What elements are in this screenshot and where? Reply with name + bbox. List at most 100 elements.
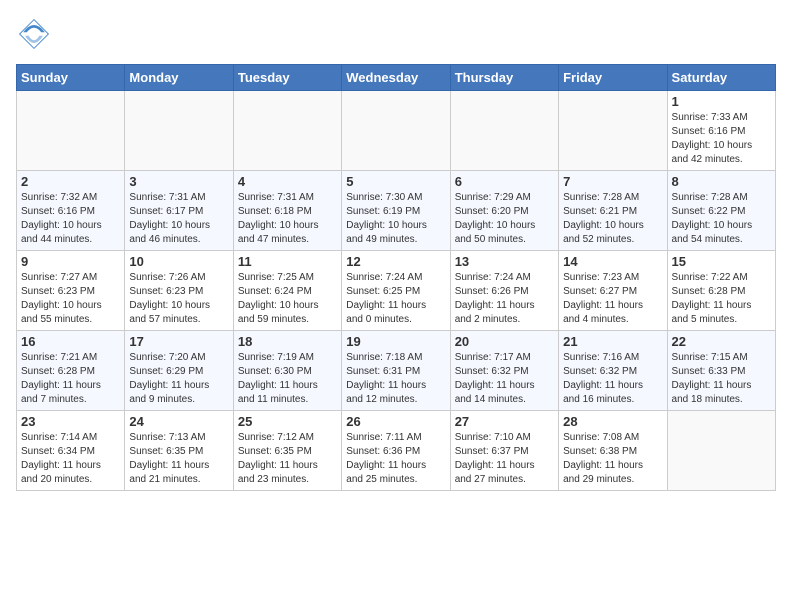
day-number: 23	[21, 414, 120, 429]
day-number: 4	[238, 174, 337, 189]
day-cell: 22 Sunrise: 7:15 AM Sunset: 6:33 PM Dayli…	[667, 331, 775, 411]
day-cell: 21 Sunrise: 7:16 AM Sunset: 6:32 PM Dayli…	[559, 331, 667, 411]
day-cell: 1 Sunrise: 7:33 AM Sunset: 6:16 PM Daylig…	[667, 91, 775, 171]
day-cell: 28 Sunrise: 7:08 AM Sunset: 6:38 PM Dayli…	[559, 411, 667, 491]
day-number: 12	[346, 254, 445, 269]
day-number: 14	[563, 254, 662, 269]
day-cell: 24Sunrise: 7:13 AM Sunset: 6:35 PM Dayli…	[125, 411, 233, 491]
calendar-body: 1 Sunrise: 7:33 AM Sunset: 6:16 PM Daylig…	[17, 91, 776, 491]
week-row-4: 16 Sunrise: 7:21 AM Sunset: 6:28 PM Dayli…	[17, 331, 776, 411]
day-info: Sunrise: 7:12 AM Sunset: 6:35 PM Dayligh…	[238, 431, 337, 487]
calendar-table: SundayMondayTuesdayWednesdayThursdayFrid…	[16, 64, 776, 491]
day-number: 9	[21, 254, 120, 269]
day-number: 21	[563, 334, 662, 349]
day-info: Sunrise: 7:26 AM Sunset: 6:23 PM Dayligh…	[129, 271, 228, 327]
day-number: 6	[455, 174, 554, 189]
day-cell: 23 Sunrise: 7:14 AM Sunset: 6:34 PM Dayli…	[17, 411, 125, 491]
logo-icon	[16, 16, 52, 52]
day-info: Sunrise: 7:31 AM Sunset: 6:17 PM Dayligh…	[129, 191, 228, 247]
day-info: Sunrise: 7:28 AM Sunset: 6:22 PM Dayligh…	[672, 191, 771, 247]
day-cell	[450, 91, 558, 171]
day-number: 10	[129, 254, 228, 269]
day-cell: 25Sunrise: 7:12 AM Sunset: 6:35 PM Dayli…	[233, 411, 341, 491]
day-cell	[17, 91, 125, 171]
day-cell: 27 Sunrise: 7:10 AM Sunset: 6:37 PM Dayli…	[450, 411, 558, 491]
weekday-thursday: Thursday	[450, 65, 558, 91]
day-number: 20	[455, 334, 554, 349]
day-cell: 26 Sunrise: 7:11 AM Sunset: 6:36 PM Dayli…	[342, 411, 450, 491]
day-cell: 18 Sunrise: 7:19 AM Sunset: 6:30 PM Dayli…	[233, 331, 341, 411]
day-number: 1	[672, 94, 771, 109]
calendar-header: SundayMondayTuesdayWednesdayThursdayFrid…	[17, 65, 776, 91]
day-info: Sunrise: 7:21 AM Sunset: 6:28 PM Dayligh…	[21, 351, 120, 407]
day-info: Sunrise: 7:22 AM Sunset: 6:28 PM Dayligh…	[672, 271, 771, 327]
day-number: 2	[21, 174, 120, 189]
day-number: 3	[129, 174, 228, 189]
day-info: Sunrise: 7:08 AM Sunset: 6:38 PM Dayligh…	[563, 431, 662, 487]
weekday-wednesday: Wednesday	[342, 65, 450, 91]
day-cell: 14 Sunrise: 7:23 AM Sunset: 6:27 PM Dayli…	[559, 251, 667, 331]
page-header	[16, 16, 776, 52]
day-number: 11	[238, 254, 337, 269]
day-cell: 12 Sunrise: 7:24 AM Sunset: 6:25 PM Dayli…	[342, 251, 450, 331]
day-info: Sunrise: 7:14 AM Sunset: 6:34 PM Dayligh…	[21, 431, 120, 487]
day-info: Sunrise: 7:18 AM Sunset: 6:31 PM Dayligh…	[346, 351, 445, 407]
day-cell: 8Sunrise: 7:28 AM Sunset: 6:22 PM Daylig…	[667, 171, 775, 251]
week-row-5: 23 Sunrise: 7:14 AM Sunset: 6:34 PM Dayli…	[17, 411, 776, 491]
day-cell: 4 Sunrise: 7:31 AM Sunset: 6:18 PM Daylig…	[233, 171, 341, 251]
day-number: 15	[672, 254, 771, 269]
day-cell: 11 Sunrise: 7:25 AM Sunset: 6:24 PM Dayli…	[233, 251, 341, 331]
day-cell: 6Sunrise: 7:29 AM Sunset: 6:20 PM Daylig…	[450, 171, 558, 251]
day-cell: 7 Sunrise: 7:28 AM Sunset: 6:21 PM Daylig…	[559, 171, 667, 251]
day-info: Sunrise: 7:31 AM Sunset: 6:18 PM Dayligh…	[238, 191, 337, 247]
day-number: 22	[672, 334, 771, 349]
day-cell: 3 Sunrise: 7:31 AM Sunset: 6:17 PM Daylig…	[125, 171, 233, 251]
day-number: 7	[563, 174, 662, 189]
weekday-friday: Friday	[559, 65, 667, 91]
day-cell: 5 Sunrise: 7:30 AM Sunset: 6:19 PM Daylig…	[342, 171, 450, 251]
day-cell: 13Sunrise: 7:24 AM Sunset: 6:26 PM Dayli…	[450, 251, 558, 331]
day-info: Sunrise: 7:33 AM Sunset: 6:16 PM Dayligh…	[672, 111, 771, 167]
day-info: Sunrise: 7:30 AM Sunset: 6:19 PM Dayligh…	[346, 191, 445, 247]
day-cell	[125, 91, 233, 171]
day-info: Sunrise: 7:10 AM Sunset: 6:37 PM Dayligh…	[455, 431, 554, 487]
day-number: 28	[563, 414, 662, 429]
day-number: 19	[346, 334, 445, 349]
weekday-header-row: SundayMondayTuesdayWednesdayThursdayFrid…	[17, 65, 776, 91]
day-info: Sunrise: 7:28 AM Sunset: 6:21 PM Dayligh…	[563, 191, 662, 247]
day-info: Sunrise: 7:25 AM Sunset: 6:24 PM Dayligh…	[238, 271, 337, 327]
day-number: 17	[129, 334, 228, 349]
weekday-saturday: Saturday	[667, 65, 775, 91]
weekday-monday: Monday	[125, 65, 233, 91]
day-cell	[667, 411, 775, 491]
week-row-2: 2Sunrise: 7:32 AM Sunset: 6:16 PM Daylig…	[17, 171, 776, 251]
day-number: 24	[129, 414, 228, 429]
day-info: Sunrise: 7:24 AM Sunset: 6:25 PM Dayligh…	[346, 271, 445, 327]
day-cell	[233, 91, 341, 171]
day-cell: 20 Sunrise: 7:17 AM Sunset: 6:32 PM Dayli…	[450, 331, 558, 411]
day-number: 27	[455, 414, 554, 429]
day-info: Sunrise: 7:27 AM Sunset: 6:23 PM Dayligh…	[21, 271, 120, 327]
day-cell: 2Sunrise: 7:32 AM Sunset: 6:16 PM Daylig…	[17, 171, 125, 251]
day-number: 5	[346, 174, 445, 189]
day-number: 18	[238, 334, 337, 349]
day-info: Sunrise: 7:19 AM Sunset: 6:30 PM Dayligh…	[238, 351, 337, 407]
day-info: Sunrise: 7:23 AM Sunset: 6:27 PM Dayligh…	[563, 271, 662, 327]
day-cell	[559, 91, 667, 171]
day-number: 13	[455, 254, 554, 269]
day-info: Sunrise: 7:11 AM Sunset: 6:36 PM Dayligh…	[346, 431, 445, 487]
day-info: Sunrise: 7:16 AM Sunset: 6:32 PM Dayligh…	[563, 351, 662, 407]
weekday-tuesday: Tuesday	[233, 65, 341, 91]
logo	[16, 16, 58, 52]
day-number: 16	[21, 334, 120, 349]
day-info: Sunrise: 7:20 AM Sunset: 6:29 PM Dayligh…	[129, 351, 228, 407]
day-info: Sunrise: 7:15 AM Sunset: 6:33 PM Dayligh…	[672, 351, 771, 407]
day-cell: 15 Sunrise: 7:22 AM Sunset: 6:28 PM Dayli…	[667, 251, 775, 331]
day-info: Sunrise: 7:17 AM Sunset: 6:32 PM Dayligh…	[455, 351, 554, 407]
day-cell: 17 Sunrise: 7:20 AM Sunset: 6:29 PM Dayli…	[125, 331, 233, 411]
day-cell: 9 Sunrise: 7:27 AM Sunset: 6:23 PM Daylig…	[17, 251, 125, 331]
weekday-sunday: Sunday	[17, 65, 125, 91]
day-cell: 10 Sunrise: 7:26 AM Sunset: 6:23 PM Dayli…	[125, 251, 233, 331]
day-number: 26	[346, 414, 445, 429]
day-cell: 16 Sunrise: 7:21 AM Sunset: 6:28 PM Dayli…	[17, 331, 125, 411]
